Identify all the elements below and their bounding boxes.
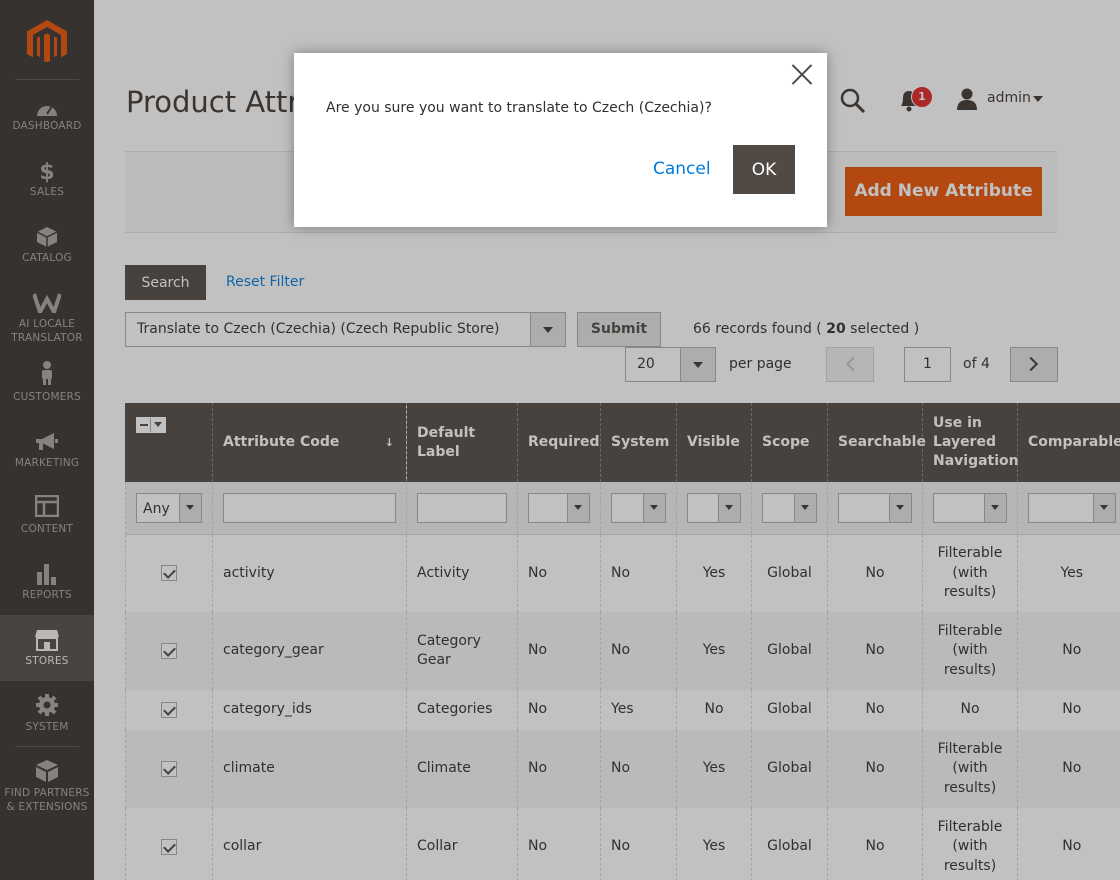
confirm-modal: Are you sure you want to translate to Cz…	[294, 53, 827, 227]
cancel-button[interactable]: Cancel	[653, 159, 711, 179]
ok-button[interactable]: OK	[733, 145, 795, 194]
close-icon[interactable]	[791, 63, 813, 85]
modal-message: Are you sure you want to translate to Cz…	[326, 100, 712, 116]
